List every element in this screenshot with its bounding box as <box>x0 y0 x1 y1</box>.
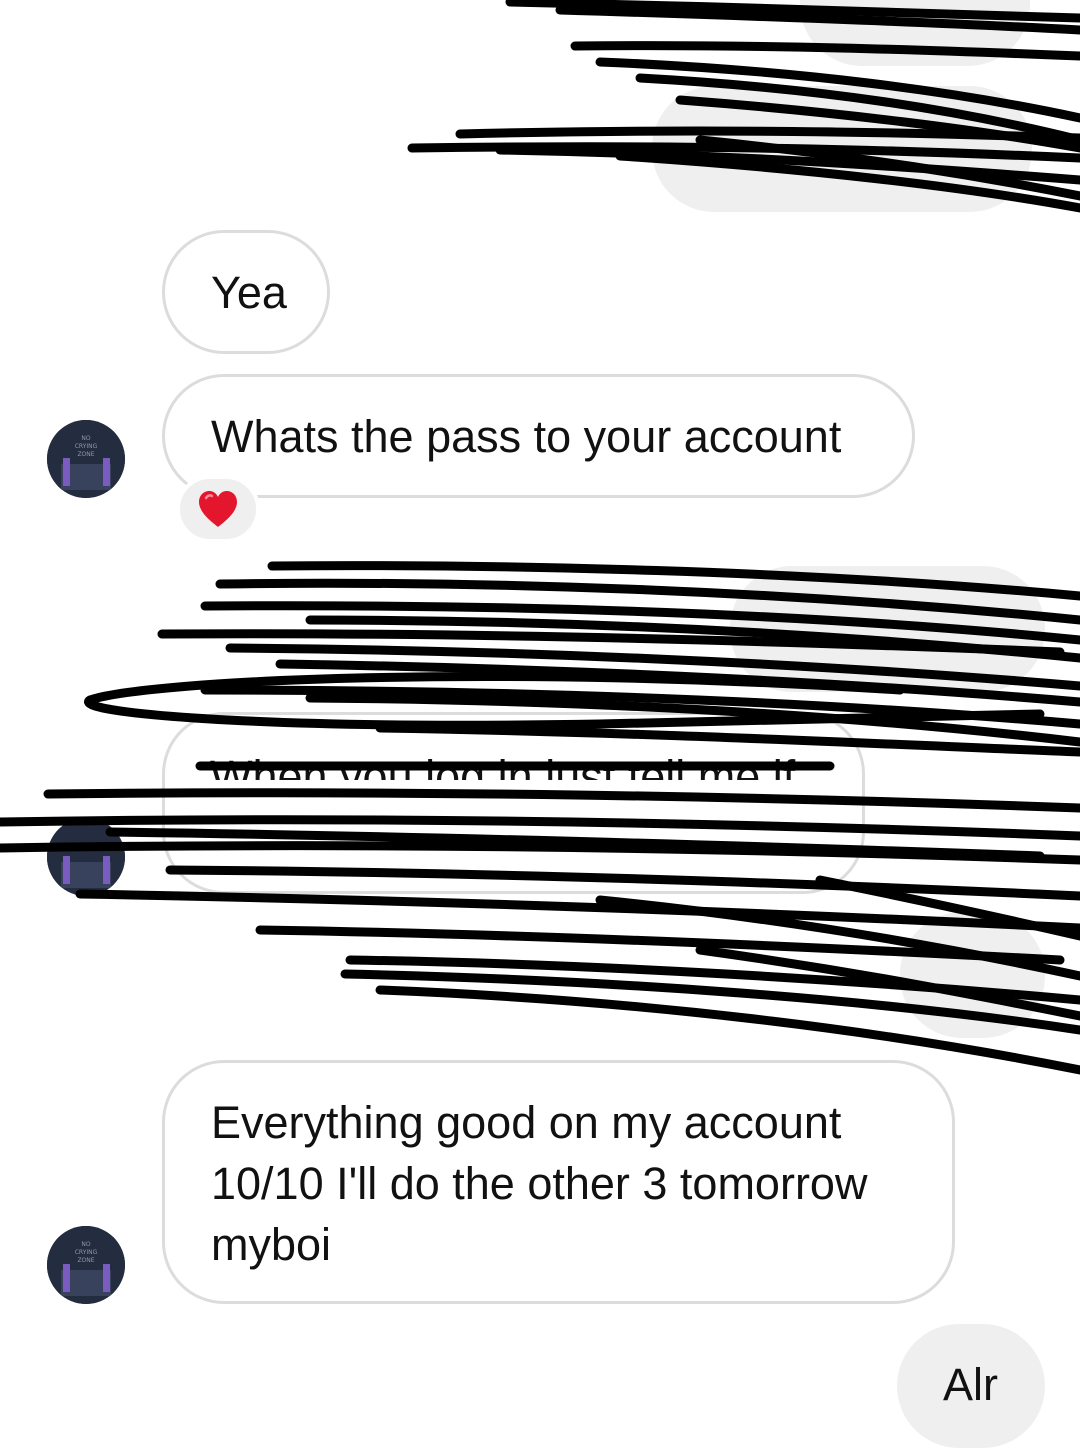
svg-text:NO: NO <box>81 1241 90 1248</box>
message-text: Yea <box>211 267 287 318</box>
avatar-image: NO CRYING ZONE <box>47 420 125 498</box>
message-bubble-pass-question[interactable]: Whats the pass to your account <box>162 374 915 498</box>
redacted-outgoing-bubble-1 <box>800 0 1030 66</box>
message-text: Whats the pass to your account <box>211 411 842 462</box>
svg-text:CRYING: CRYING <box>75 1249 98 1256</box>
avatar-image <box>47 818 125 896</box>
message-text-line-2: 10/10 I'll do the other 3 tomorrow <box>211 1158 868 1209</box>
contact-avatar[interactable] <box>47 818 125 896</box>
heart-reaction-badge[interactable] <box>176 475 260 543</box>
redacted-outgoing-bubble-4 <box>900 912 1045 1038</box>
message-text: Alr <box>943 1359 998 1410</box>
avatar-image: NO CRYING ZONE <box>47 1226 125 1304</box>
redacted-text-fragment: When you log in just tell me if <box>210 751 796 780</box>
message-bubble-yea[interactable]: Yea <box>162 230 330 354</box>
svg-text:CRYING: CRYING <box>75 443 98 450</box>
message-bubble-alr[interactable]: Alr <box>897 1324 1045 1448</box>
redacted-outgoing-bubble-2 <box>652 86 1032 212</box>
contact-avatar[interactable]: NO CRYING ZONE <box>47 420 125 498</box>
svg-text:ZONE: ZONE <box>77 451 94 458</box>
svg-text:NO: NO <box>81 435 90 442</box>
message-bubble-everything-good[interactable]: Everything good on my account 10/10 I'll… <box>162 1060 955 1304</box>
svg-text:ZONE: ZONE <box>77 1257 94 1264</box>
redacted-incoming-bubble[interactable] <box>162 712 865 894</box>
message-text-line-3: myboi <box>211 1219 332 1270</box>
message-text-line-1: Everything good on my account <box>211 1097 842 1148</box>
redacted-outgoing-bubble-3 <box>730 566 1045 692</box>
heart-icon <box>199 491 237 527</box>
contact-avatar[interactable]: NO CRYING ZONE <box>47 1226 125 1304</box>
